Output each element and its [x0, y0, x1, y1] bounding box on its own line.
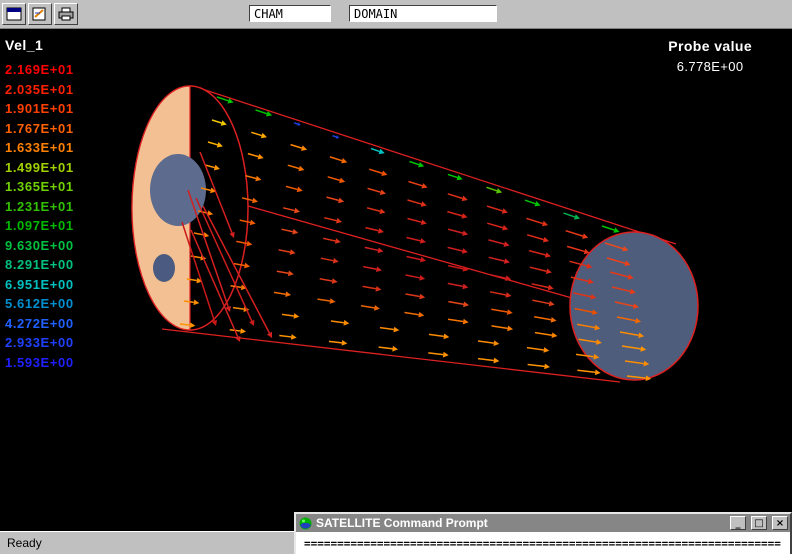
- legend-item: 1.633E+01: [5, 138, 74, 158]
- legend-item: 1.901E+01: [5, 99, 74, 119]
- command-prompt-content[interactable]: ========================================…: [296, 532, 790, 554]
- legend-item: 9.630E+00: [5, 236, 74, 256]
- legend-item: 8.291E+00: [5, 255, 74, 275]
- probe-label: Probe value: [668, 38, 752, 54]
- legend-item: 2.169E+01: [5, 60, 74, 80]
- close-button[interactable]: ×: [772, 516, 788, 530]
- minimize-button[interactable]: _: [730, 516, 746, 530]
- toolbar: [0, 0, 792, 29]
- command-prompt-titlebar[interactable]: SATELLITE Command Prompt _ □ ×: [296, 514, 790, 532]
- status-text: Ready: [7, 536, 42, 550]
- viewport: Vel_1 2.169E+012.035E+011.901E+011.767E+…: [0, 28, 792, 531]
- legend-item: 1.097E+01: [5, 216, 74, 236]
- legend-item: 5.612E+00: [5, 294, 74, 314]
- legend-item: 1.365E+01: [5, 177, 74, 197]
- legend-items: 2.169E+012.035E+011.901E+011.767E+011.63…: [5, 60, 74, 372]
- legend-item: 6.951E+00: [5, 275, 74, 295]
- velocity-legend: Vel_1 2.169E+012.035E+011.901E+011.767E+…: [5, 37, 74, 372]
- cham-field[interactable]: [249, 5, 331, 22]
- command-prompt-title: SATELLITE Command Prompt: [316, 516, 725, 530]
- command-prompt-window: SATELLITE Command Prompt _ □ × =========…: [294, 512, 792, 554]
- legend-item: 1.767E+01: [5, 119, 74, 139]
- probe-value: 6.778E+00: [668, 59, 752, 74]
- legend-item: 2.933E+00: [5, 333, 74, 353]
- legend-title: Vel_1: [5, 37, 74, 53]
- command-output-line: ========================================…: [304, 537, 781, 550]
- window-icon: [4, 7, 24, 21]
- legend-item: 4.272E+00: [5, 314, 74, 334]
- satellite-app-icon: [299, 517, 312, 530]
- draw-page-icon: [30, 7, 50, 21]
- legend-item: 2.035E+01: [5, 80, 74, 100]
- domain-field[interactable]: [349, 5, 497, 22]
- cfd-vector-scene[interactable]: [0, 28, 792, 531]
- legend-item: 1.499E+01: [5, 158, 74, 178]
- printer-icon: [56, 7, 76, 21]
- print-tool-button[interactable]: [54, 3, 78, 25]
- window-tool-button[interactable]: [2, 3, 26, 25]
- probe-readout: Probe value 6.778E+00: [668, 38, 752, 74]
- draw-tool-button[interactable]: [28, 3, 52, 25]
- phoenics-app-window: Vel_1 2.169E+012.035E+011.901E+011.767E+…: [0, 0, 792, 554]
- legend-item: 1.231E+01: [5, 197, 74, 217]
- inlet-cut-face: [132, 86, 248, 330]
- legend-item: 1.593E+00: [5, 353, 74, 373]
- maximize-button[interactable]: □: [751, 516, 767, 530]
